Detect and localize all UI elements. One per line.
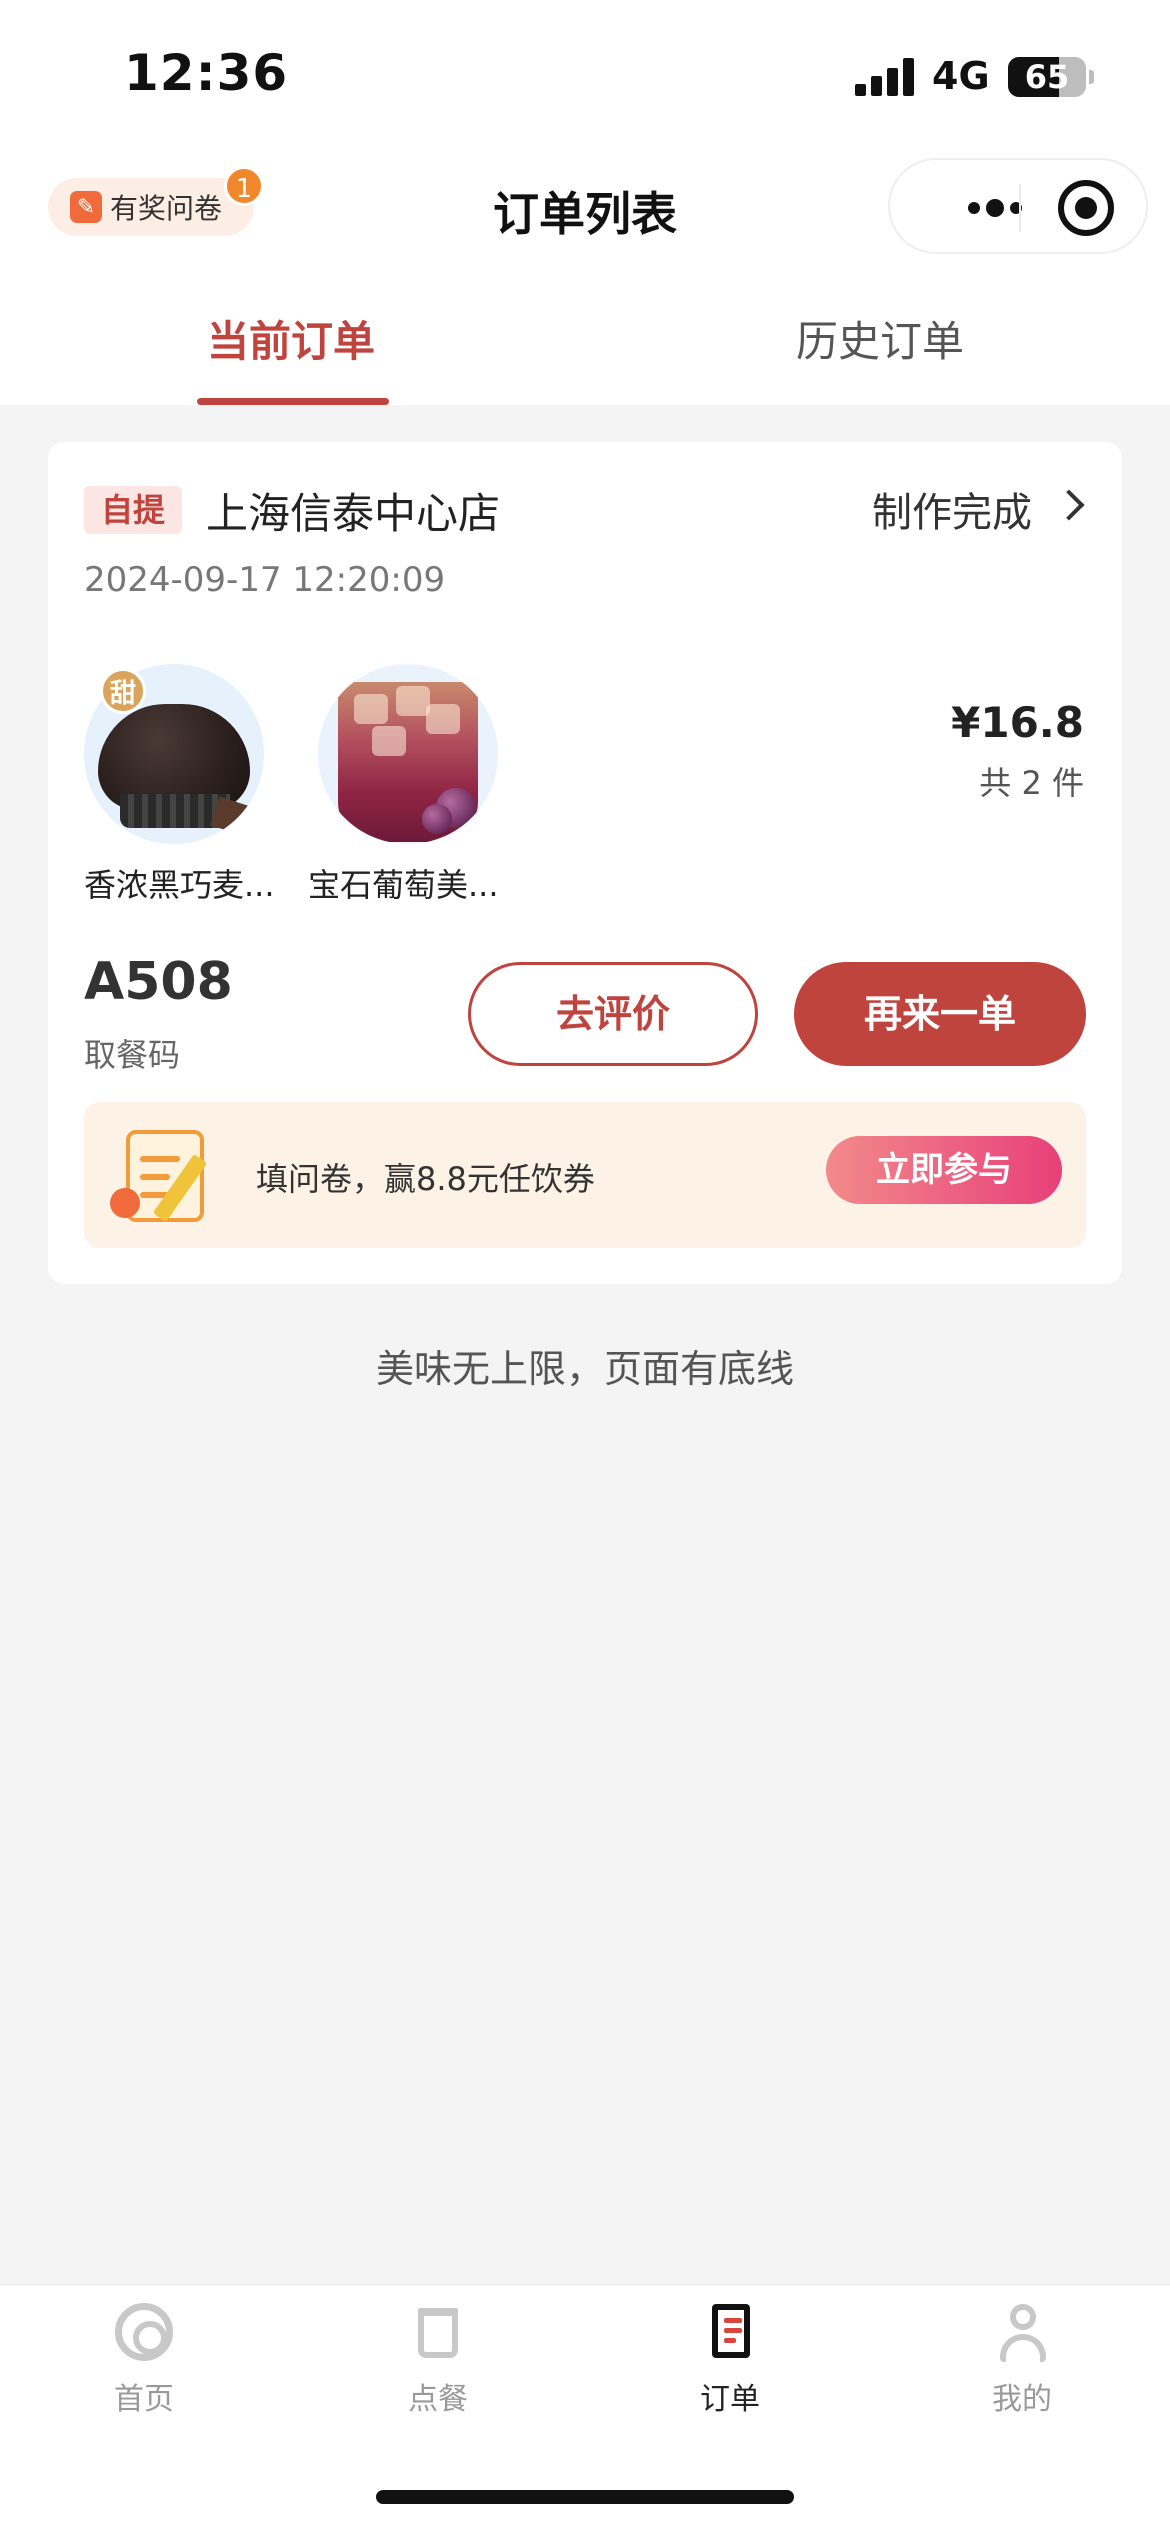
cup-icon [408,2302,468,2362]
tab-active-indicator [197,398,389,405]
product-name: 宝石葡萄美... [308,866,499,904]
pickup-tag: 自提 [84,486,182,534]
more-icon[interactable] [930,160,1060,256]
nav-orders[interactable]: 订单 [640,2302,820,2418]
order-time: 2024-09-17 12:20:09 [84,560,446,600]
battery-nub [1089,70,1094,84]
battery-level: 65 [1024,58,1070,96]
pickup-code-label: 取餐码 [84,1036,181,1074]
nav-profile[interactable]: 我的 [932,2302,1112,2418]
nav-label: 我的 [992,2382,1052,2417]
nav-label: 点餐 [408,2382,468,2417]
home-indicator [376,2490,794,2504]
nav-label: 首页 [114,2382,174,2417]
product-name: 香浓黑巧麦... [84,866,275,904]
status-bar: 12:36 4G 65 [0,0,1170,150]
order-icon [700,2302,760,2362]
status-time: 12:36 [124,44,289,102]
questionnaire-icon [108,1122,218,1226]
close-target-icon[interactable] [1058,180,1114,236]
battery-icon: 65 [1008,57,1086,97]
network-label: 4G [932,54,990,98]
grape-drink-icon [318,664,498,844]
nav-home[interactable]: 首页 [54,2302,234,2418]
order-quantity: 共 2 件 [979,764,1084,802]
nav-menu[interactable]: 点餐 [348,2302,528,2418]
reorder-button[interactable]: 再来一单 [794,962,1086,1066]
promo-text: 填问卷，赢8.8元任饮券 [256,1160,595,1198]
signal-icon [855,58,915,96]
at-icon [114,2302,174,2362]
order-status[interactable]: 制作完成 [872,480,1032,538]
tab-current-orders[interactable]: 当前订单 [207,308,375,369]
end-of-page-text: 美味无上限，页面有底线 [375,1347,794,1391]
mini-program-capsule [888,158,1148,254]
review-button[interactable]: 去评价 [468,962,758,1066]
order-price: ¥16.8 [951,698,1084,747]
pickup-code: A508 [84,952,233,1012]
user-icon [992,2302,1052,2362]
store-name: 上海信泰中心店 [206,489,501,538]
capsule-divider [1019,184,1021,232]
join-now-button[interactable]: 立即参与 [826,1136,1062,1204]
tab-history-orders[interactable]: 历史订单 [796,308,964,369]
nav-label: 订单 [700,2382,760,2417]
